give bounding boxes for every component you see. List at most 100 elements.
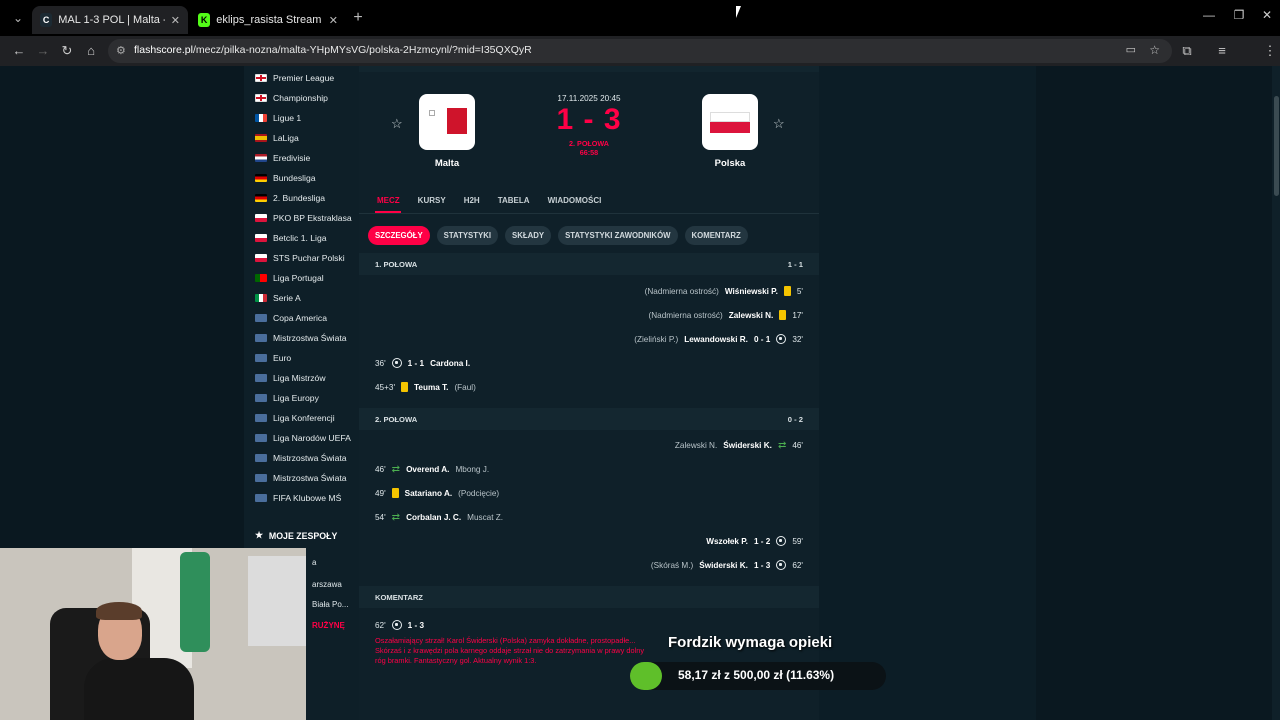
- install-app-icon[interactable]: ▭: [1126, 43, 1136, 56]
- league-name: FIFA Klubowe MŚ: [273, 493, 342, 503]
- half-label: 1. POŁOWA: [375, 260, 418, 269]
- sidebar-league-item[interactable]: Premier League: [255, 68, 334, 88]
- tab-kick[interactable]: K eklips_rasista Stream - Watch L ✕: [190, 6, 346, 34]
- minimize-icon[interactable]: —: [1194, 8, 1224, 22]
- sidebar-league-item[interactable]: Ligue 1: [255, 108, 301, 128]
- my-teams-header[interactable]: ★ MOJE ZESPOŁY: [255, 530, 337, 541]
- subtab-szczegoly[interactable]: SZCZEGÓŁY: [368, 226, 430, 245]
- sidebar-league-item[interactable]: Liga Portugal: [255, 268, 324, 288]
- sidebar-league-item[interactable]: Mistrzostwa Świata: [255, 468, 347, 488]
- event-minute: 45+3': [375, 382, 396, 392]
- sidebar-league-item[interactable]: Mistrzostwa Świata: [255, 448, 347, 468]
- favorite-home-star-icon[interactable]: ☆: [391, 116, 403, 132]
- sidebar-league-item[interactable]: Mistrzostwa Świata: [255, 328, 347, 348]
- sidebar-league-item[interactable]: Liga Europy: [255, 388, 319, 408]
- active-tab-indicator: [375, 211, 401, 213]
- page-scrollbar[interactable]: [1272, 66, 1280, 720]
- second-half-header: 2. POŁOWA 0 - 2: [359, 408, 819, 430]
- league-name: Ligue 1: [273, 113, 302, 123]
- sidebar-league-item[interactable]: Bundesliga: [255, 168, 316, 188]
- tab-wiadomosci[interactable]: WIADOMOŚCI: [548, 196, 602, 205]
- webcam-person-body: [84, 658, 194, 720]
- match-detail: ☆ Malta 17.11.2025 20:45 1 - 3 2. POŁOWA…: [359, 66, 819, 720]
- close-tab-icon[interactable]: ✕: [171, 14, 180, 27]
- tab-search-icon[interactable]: ⌄: [6, 6, 30, 30]
- commentary-score: 1 - 3: [407, 620, 425, 630]
- my-team-link[interactable]: RUŻYNĘ: [312, 621, 345, 630]
- match-event-row[interactable]: 54' ⇄ Corbalan J. C. Muscat Z.: [375, 509, 503, 525]
- sidebar-league-item[interactable]: Liga Mistrzów: [255, 368, 326, 388]
- match-event-row[interactable]: 45+3' Teuma T. (Faul): [375, 379, 476, 395]
- match-event-row[interactable]: (Zieliński P.) Lewandowski R. 0 - 1 32': [634, 331, 803, 347]
- sidebar-league-item[interactable]: Liga Narodów UEFA: [255, 428, 351, 448]
- flag-icon: [255, 154, 267, 162]
- mouse-cursor-icon: [736, 6, 741, 18]
- home-icon[interactable]: ⌂: [80, 40, 102, 62]
- sidebar-league-item[interactable]: Betclic 1. Liga: [255, 228, 327, 248]
- media-icon[interactable]: ≡: [1211, 40, 1233, 62]
- sidebar-league-item[interactable]: 2. Bundesliga: [255, 188, 325, 208]
- event-minute: 62': [792, 560, 803, 570]
- away-team[interactable]: Polska: [700, 94, 760, 169]
- window-close-icon[interactable]: ✕: [1252, 8, 1280, 22]
- home-team[interactable]: Malta: [417, 94, 477, 169]
- sidebar-league-item[interactable]: LaLiga: [255, 128, 299, 148]
- event-detail: (Nadmierna ostrość): [648, 310, 723, 320]
- tab-h2h[interactable]: H2H: [464, 196, 480, 205]
- subtab-komentarz[interactable]: KOMENTARZ: [684, 226, 748, 245]
- scrollbar-thumb[interactable]: [1274, 96, 1279, 196]
- extensions-icon[interactable]: ⧉: [1176, 40, 1198, 62]
- my-team-item[interactable]: a: [312, 558, 316, 567]
- match-event-row[interactable]: Wszołek P. 1 - 2 59': [706, 533, 803, 549]
- match-event-row[interactable]: 36' 1 - 1 Cardona I.: [375, 355, 470, 371]
- match-event-row[interactable]: 46' ⇄ Overend A. Mbong J.: [375, 461, 489, 477]
- nav-bar: ← → ↻ ⌂ ⚙ flashscore.pl/mecz/pilka-nozna…: [0, 36, 1280, 92]
- match-event-row[interactable]: 49' Satariano A. (Podcięcie): [375, 485, 499, 501]
- flag-icon: [255, 214, 267, 222]
- back-icon[interactable]: ←: [8, 40, 30, 62]
- flag-icon: [255, 434, 267, 442]
- sidebar-league-item[interactable]: Championship: [255, 88, 328, 108]
- address-bar[interactable]: ⚙ flashscore.pl/mecz/pilka-nozna/malta-Y…: [108, 39, 1172, 63]
- webcam-person-hair: [96, 602, 142, 620]
- match-event-row[interactable]: Zalewski N. Świderski K. ⇄ 46': [675, 437, 803, 453]
- tab-kursy[interactable]: KURSY: [418, 196, 446, 205]
- new-tab-icon[interactable]: +: [346, 6, 370, 30]
- event-minute: 32': [792, 334, 803, 344]
- sidebar-league-item[interactable]: STS Puchar Polski: [255, 248, 345, 268]
- league-name: STS Puchar Polski: [273, 253, 345, 263]
- tab-mecz[interactable]: MECZ: [377, 196, 400, 205]
- match-event-row[interactable]: (Nadmierna ostrość) Wiśniewski P. 5': [645, 283, 803, 299]
- sidebar-league-item[interactable]: Euro: [255, 348, 291, 368]
- sidebar-league-item[interactable]: PKO BP Ekstraklasa: [255, 208, 352, 228]
- streamer-webcam: [0, 548, 306, 720]
- url-host: flashscore.pl: [134, 44, 193, 56]
- tab-flashscore[interactable]: C MAL 1-3 POL | Malta - Polska 1 ✕: [32, 6, 188, 34]
- my-team-item[interactable]: arszawa: [312, 580, 342, 589]
- sidebar-league-item[interactable]: Copa America: [255, 308, 327, 328]
- site-info-icon[interactable]: ⚙: [116, 44, 126, 57]
- sidebar-league-item[interactable]: Serie A: [255, 288, 301, 308]
- close-tab-icon[interactable]: ✕: [329, 14, 338, 27]
- match-score: 1 - 3: [556, 103, 622, 136]
- subtab-statystyki[interactable]: STATYSTYKI: [436, 226, 499, 245]
- flag-icon: [255, 74, 267, 82]
- match-event-row[interactable]: (Nadmierna ostrość) Zalewski N. 17': [649, 307, 803, 323]
- forward-icon[interactable]: →: [32, 40, 54, 62]
- menu-icon[interactable]: ⋮: [1259, 40, 1280, 62]
- league-name: Serie A: [273, 293, 301, 303]
- bookmark-star-icon[interactable]: ☆: [1149, 43, 1160, 57]
- sidebar-league-item[interactable]: FIFA Klubowe MŚ: [255, 488, 341, 508]
- restore-icon[interactable]: ❐: [1224, 8, 1254, 22]
- goal-ball-icon: [776, 560, 787, 570]
- my-team-item[interactable]: Biała Po...: [312, 600, 348, 609]
- favorite-away-star-icon[interactable]: ☆: [773, 116, 785, 132]
- sidebar-league-item[interactable]: Liga Konferencji: [255, 408, 335, 428]
- match-event-row[interactable]: (Skóraś M.) Świderski K. 1 - 3 62': [651, 557, 803, 573]
- tab-tabela[interactable]: TABELA: [498, 196, 530, 205]
- reload-icon[interactable]: ↻: [56, 40, 78, 62]
- subtab-sklady[interactable]: SKŁADY: [505, 226, 552, 245]
- sidebar-league-item[interactable]: Eredivisie: [255, 148, 310, 168]
- event-player: Świderski K.: [699, 560, 748, 570]
- subtab-statystyki-zawodnikow[interactable]: STATYSTYKI ZAWODNIKÓW: [558, 226, 678, 245]
